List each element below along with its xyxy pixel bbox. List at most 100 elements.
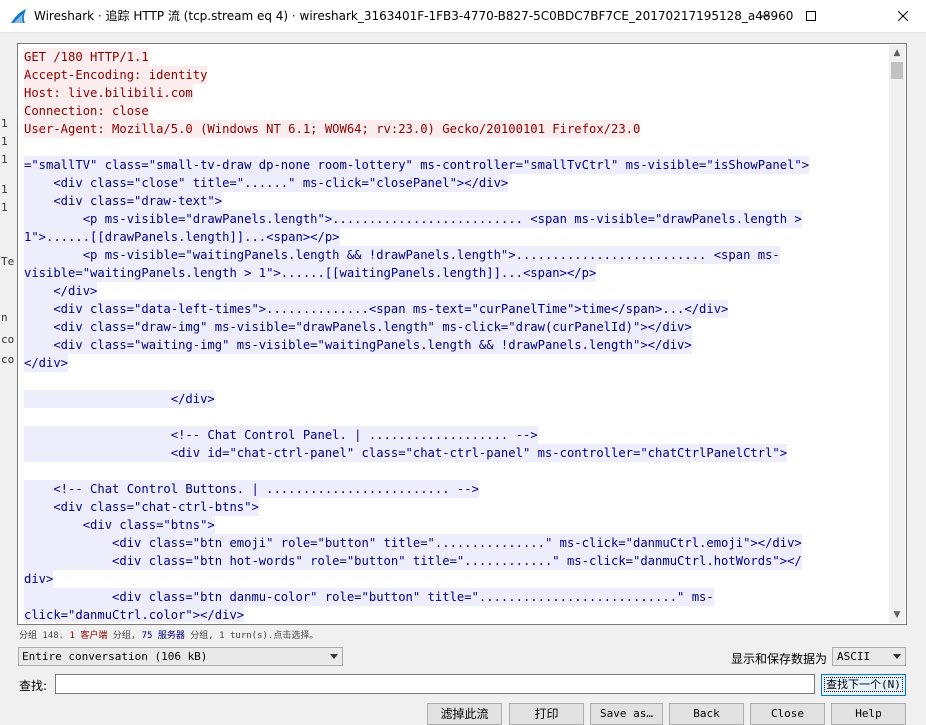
stream-line-row: click="danmuCtrl.color"></div> [24, 606, 886, 622]
server-stream-line: <div class="btn danmu-color" role="butto… [24, 588, 714, 606]
stream-line-row: <div class="data-left-times">...........… [24, 300, 886, 318]
packet-status-line: 分组 148. 1 客户端 分组, 75 服务器 分组, 1 turn(s).点… [19, 628, 318, 641]
peek-text: 1 [1, 153, 8, 166]
stream-text[interactable]: GET /180 HTTP/1.1 Accept-Encoding: identi… [24, 48, 886, 622]
stream-line-row: <div class="waiting-img" ms-visible="wai… [24, 336, 886, 354]
peek-text: Te [1, 255, 15, 268]
chevron-down-icon [893, 654, 901, 659]
scroll-down-icon[interactable]: ▼ [889, 607, 905, 623]
stream-line-row: div> [24, 570, 886, 588]
server-stream-line: <div class="btn emoji" role="button" tit… [24, 534, 802, 552]
server-stream-line: div> [24, 570, 54, 588]
server-stream-line: <div class="data-left-times">...........… [24, 300, 729, 318]
peek-text: co [1, 353, 15, 366]
peek-text: 1 [1, 135, 8, 148]
server-stream-line: click="danmuCtrl.color"></div> [24, 606, 245, 622]
title-bar: Wireshark · 追踪 HTTP 流 (tcp.stream eq 4) … [0, 0, 926, 33]
peek-text: co [1, 333, 15, 346]
client-stream-line: GET /180 HTTP/1.1 [24, 48, 149, 66]
server-stream-line: <div id="chat-ctrl-panel" class="chat-ct… [24, 444, 788, 462]
conversation-select-value: Entire conversation (106 kB) [22, 650, 208, 663]
server-stream-line: <div class="btn hot-words" role="button"… [24, 552, 802, 570]
server-stream-line: ="smallTV" class="small-tv-draw dp-none … [24, 156, 810, 174]
server-stream-line: </div> [24, 282, 98, 300]
find-input[interactable] [55, 674, 815, 694]
server-stream-line: <div class="chat-ctrl-btns"> [24, 498, 259, 516]
maximize-icon [806, 11, 816, 21]
stream-line-row: visible="waitingPanels.length > 1">.....… [24, 264, 886, 282]
server-stream-line: <div class="draw-text"> [24, 192, 223, 210]
minimize-button[interactable] [742, 0, 788, 32]
stream-line-row: <div class="draw-text"> [24, 192, 886, 210]
wireshark-logo-icon [11, 9, 26, 23]
stream-line-row: </div> [24, 354, 886, 372]
back-button[interactable]: Back [669, 703, 744, 725]
scrollbar-thumb[interactable] [891, 62, 903, 79]
server-stream-line: </div> [24, 354, 69, 372]
server-stream-line: <div class="draw-img" ms-visible="drawPa… [24, 318, 692, 336]
stream-line-row: <div id="chat-ctrl-panel" class="chat-ct… [24, 444, 886, 462]
background-window-peek: 1 1 1 1 1 Te n co co [0, 33, 16, 723]
client-stream-line: Connection: close [24, 102, 149, 120]
stream-content-panel[interactable]: GET /180 HTTP/1.1 Accept-Encoding: identi… [17, 43, 907, 625]
vertical-scrollbar[interactable]: ▲ ▼ [889, 45, 905, 623]
peek-text: 1 [1, 201, 8, 214]
peek-text: 1 [1, 183, 8, 196]
server-stream-line: </div> [24, 390, 215, 408]
status-middle: 分组, [107, 631, 142, 641]
find-label: 查找: [19, 679, 48, 693]
stream-line-row: Host: live.bilibili.com [24, 84, 886, 102]
minimize-icon [760, 15, 770, 17]
stream-line-row: <div class="close" title="......" ms-cli… [24, 174, 886, 192]
peek-text: n [1, 311, 8, 324]
server-stream-line: <div class="close" title="......" ms-cli… [24, 174, 509, 192]
window-title: Wireshark · 追踪 HTTP 流 (tcp.stream eq 4) … [34, 9, 794, 23]
stream-line-row [24, 138, 886, 156]
filter-out-stream-button[interactable]: 滤掉此流 [427, 703, 502, 725]
stream-line-row: <div class="btn danmu-color" role="butto… [24, 588, 886, 606]
stream-line-row: Accept-Encoding: identity [24, 66, 886, 84]
conversation-select[interactable]: Entire conversation (106 kB) [18, 647, 343, 666]
client-packet-count[interactable]: 1 客户端 [70, 631, 108, 641]
server-stream-line: <!-- Chat Control Panel. | .............… [24, 426, 538, 444]
stream-line-row: </div> [24, 282, 886, 300]
stream-line-row: <!-- Chat Control Buttons. | ...........… [24, 480, 886, 498]
server-stream-line: 1">......[[drawPanels.length]]...<span><… [24, 228, 340, 246]
format-select-value: ASCII [837, 650, 871, 663]
print-button[interactable]: 打印 [509, 703, 584, 725]
scroll-up-icon[interactable]: ▲ [889, 45, 905, 61]
stream-line-row: <p ms-visible="drawPanels.length">......… [24, 210, 886, 228]
find-next-button[interactable]: 查找下一个(N) [821, 674, 906, 696]
client-stream-line: Accept-Encoding: identity [24, 66, 208, 84]
save-as-button[interactable]: Save as… [590, 703, 663, 725]
stream-line-row: <div class="btns"> [24, 516, 886, 534]
maximize-button[interactable] [788, 0, 834, 32]
stream-line-row: 1">......[[drawPanels.length]]...<span><… [24, 228, 886, 246]
chevron-down-icon [330, 654, 338, 659]
server-stream-line: <!-- Chat Control Buttons. | ...........… [24, 480, 479, 498]
close-icon [898, 11, 908, 21]
server-stream-line: <p ms-visible="waitingPanels.length && !… [24, 246, 780, 264]
peek-text: 1 [1, 117, 8, 130]
status-suffix: 分组, 1 turn(s).点击选择。 [184, 631, 319, 641]
stream-line-row [24, 408, 886, 426]
status-prefix: 分组 148. [19, 631, 70, 641]
client-stream-line: User-Agent: Mozilla/5.0 (Windows NT 6.1;… [24, 120, 641, 138]
stream-line-row: <div class="draw-img" ms-visible="drawPa… [24, 318, 886, 336]
stream-line-row: User-Agent: Mozilla/5.0 (Windows NT 6.1;… [24, 120, 886, 138]
stream-line-row: GET /180 HTTP/1.1 [24, 48, 886, 66]
stream-line-row: <p ms-visible="waitingPanels.length && !… [24, 246, 886, 264]
stream-line-row: <div class="chat-ctrl-btns"> [24, 498, 886, 516]
close-window-button[interactable] [880, 0, 926, 32]
stream-line-row: <!-- Chat Control Panel. | .............… [24, 426, 886, 444]
server-stream-line: <div class="btns"> [24, 516, 215, 534]
format-select[interactable]: ASCII [832, 647, 906, 666]
stream-line-row [24, 462, 886, 480]
server-packet-count[interactable]: 75 服务器 [142, 631, 185, 641]
close-button[interactable]: Close [750, 703, 825, 725]
help-button[interactable]: Help [831, 703, 906, 725]
